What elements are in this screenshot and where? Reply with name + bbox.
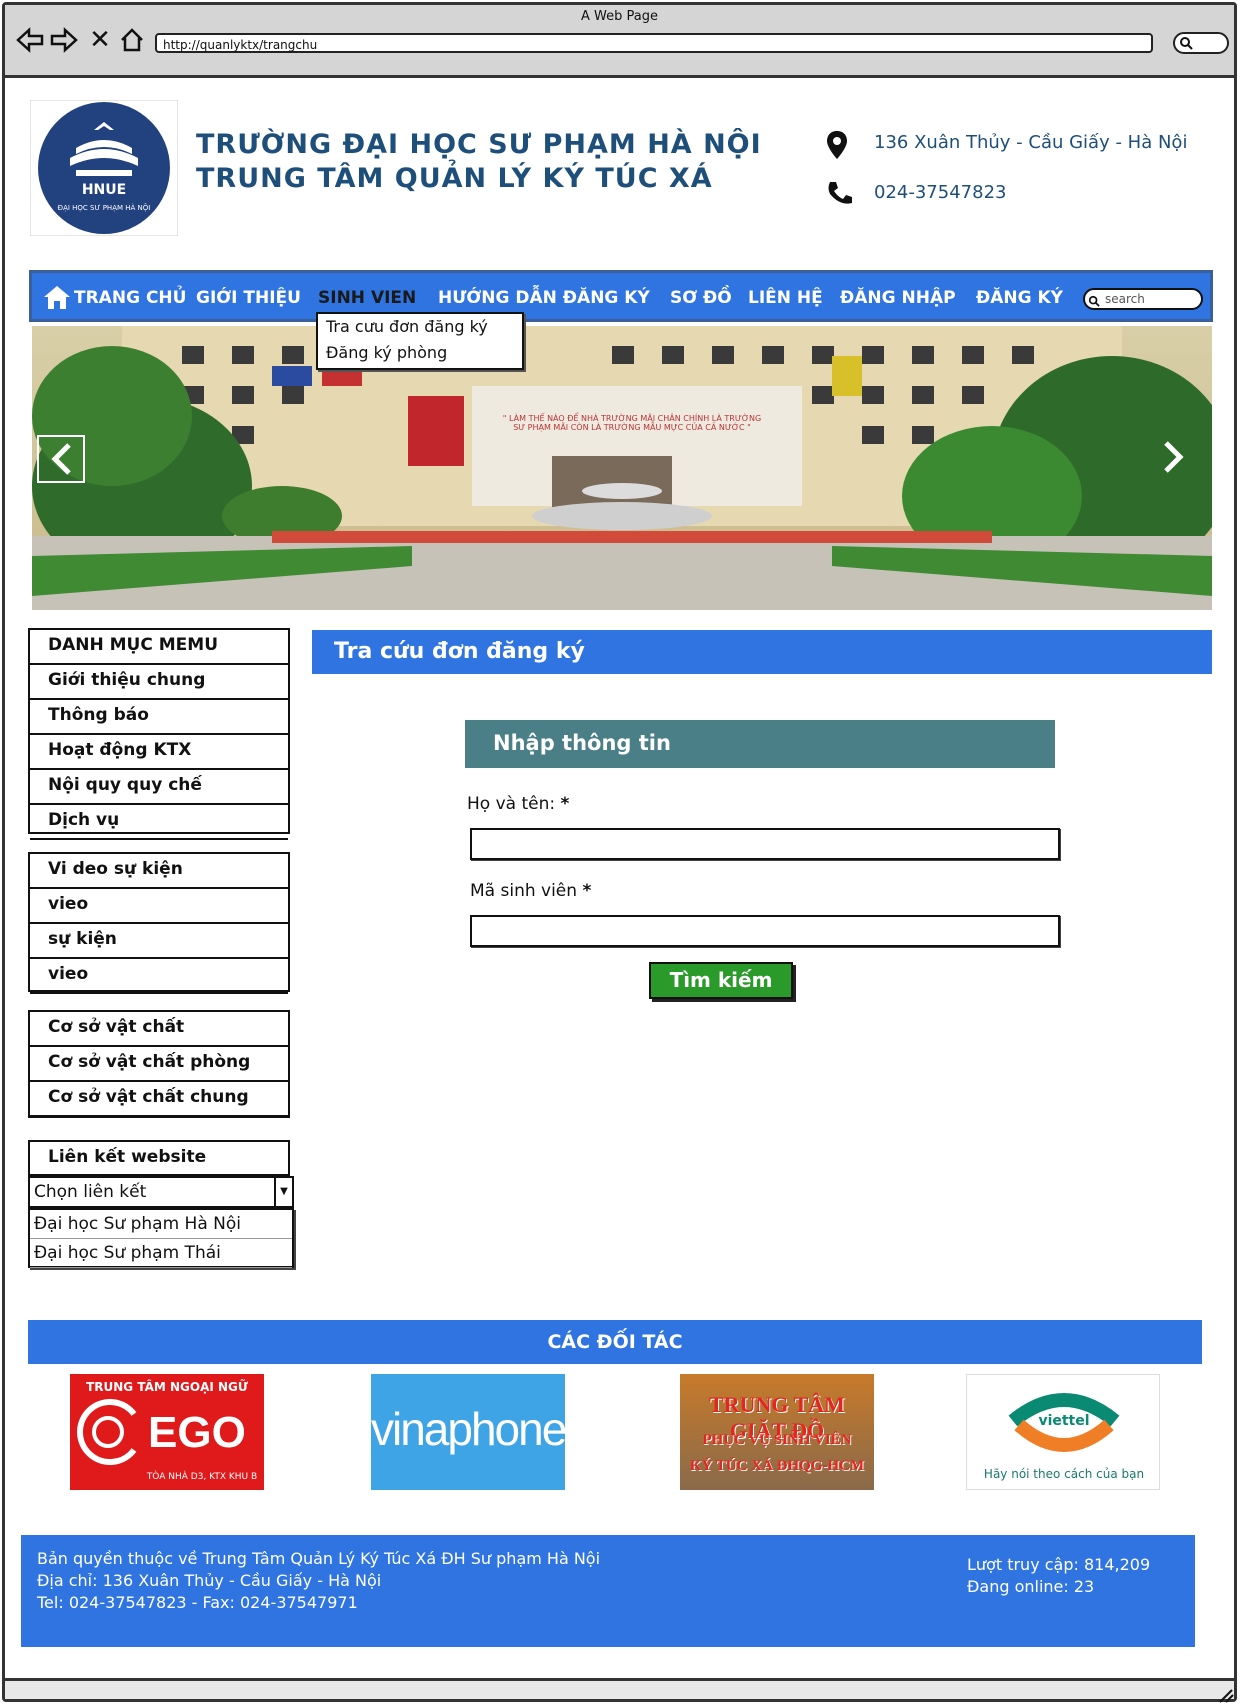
links-box: Liên kết website: [28, 1140, 290, 1176]
viettel-slogan: Hãy nói theo cách của bạn: [983, 1467, 1145, 1481]
partner-laundry-logo[interactable]: TRUNG TÂM GIẶT ĐỒ PHỤC VỤ SINH VIÊN KÝ T…: [680, 1374, 874, 1490]
search-icon: [1180, 37, 1193, 50]
carousel-prev-icon[interactable]: [37, 435, 85, 483]
dropdown-item-lookup[interactable]: Tra cưu đơn đăng ký: [318, 314, 522, 340]
link-select[interactable]: Chọn liên kết ▼: [28, 1176, 294, 1208]
phone-icon: [826, 180, 854, 210]
footer-copyright: Bản quyền thuộc về Trung Tâm Quản Lý Ký …: [37, 1549, 601, 1568]
site-title-line2: TRUNG TÂM QUẢN LÝ KÝ TÚC XÁ: [196, 163, 713, 194]
banner-sign-text: " LÀM THẾ NÀO ĐỂ NHÀ TRƯỜNG MÃI CHÂN CHÍ…: [502, 414, 762, 432]
site-title-line1: TRƯỜNG ĐẠI HỌC SƯ PHẠM HÀ NỘI: [196, 129, 762, 160]
nav-item-home[interactable]: TRANG CHỦ: [74, 288, 186, 308]
menu-item-rules[interactable]: Nội quy quy chế: [30, 770, 288, 805]
required-mark: *: [560, 794, 570, 814]
chevron-down-icon[interactable]: ▼: [274, 1178, 292, 1206]
menu-title: DANH MỤC MEMU: [30, 630, 288, 665]
video-menu: Vi deo sự kiện vieo sự kiện vieo: [28, 852, 290, 994]
partners-title: CÁC ĐỐI TÁC: [28, 1320, 1202, 1364]
home-icon[interactable]: [42, 284, 72, 314]
category-menu: DANH MỤC MEMU Giới thiệu chung Thông báo…: [28, 628, 290, 840]
menu-item-common-facilities[interactable]: Cơ sở vật chất chung: [30, 1082, 288, 1117]
close-icon[interactable]: ✕: [85, 25, 115, 55]
students-dropdown: Tra cưu đơn đăng ký Đăng ký phòng: [316, 312, 524, 370]
dropdown-item-register-room[interactable]: Đăng ký phòng: [318, 340, 522, 366]
required-mark: *: [582, 881, 592, 901]
logo-text: HNUE: [81, 182, 127, 198]
laundry-line2: PHỤC VỤ SINH VIÊN: [702, 1432, 852, 1448]
carousel-next-icon[interactable]: [1152, 435, 1196, 479]
nav-item-contact[interactable]: LIÊN HỆ: [748, 288, 823, 308]
phone-text: 024-37547823: [874, 182, 1007, 203]
menu-item-event-videos[interactable]: Vi deo sự kiện: [30, 854, 288, 889]
resize-handle-icon[interactable]: [1218, 1688, 1234, 1707]
partner-viettel-logo[interactable]: viettel Hãy nói theo cách của bạn: [966, 1374, 1160, 1490]
home-icon[interactable]: [117, 25, 147, 55]
visit-counter: Lượt truy cập: 814,209: [967, 1555, 1151, 1574]
name-label: Họ và tên: *: [467, 794, 569, 814]
links-title: Liên kết website: [48, 1147, 207, 1167]
partner-vinaphone-logo[interactable]: vinaphone: [371, 1374, 565, 1490]
menu-item-services[interactable]: Dịch vụ: [30, 805, 288, 840]
footer-address: Địa chỉ: 136 Xuân Thủy - Cầu Giấy - Hà N…: [37, 1571, 382, 1590]
menu-item-room-facilities[interactable]: Cơ sở vật chất phòng: [30, 1047, 288, 1082]
menu-item-notices[interactable]: Thông báo: [30, 700, 288, 735]
menu-item-video-2[interactable]: vieo: [30, 959, 288, 994]
menu-item-activities[interactable]: Hoạt động KTX: [30, 735, 288, 770]
browser-toolbar: A Web Page ✕ http://quanlyktx/trangchu: [5, 5, 1234, 78]
location-pin-icon: [826, 130, 848, 164]
window-title: A Web Page: [581, 9, 658, 24]
vinaphone-text: vinaphone: [371, 1403, 565, 1455]
site-title: TRƯỜNG ĐẠI HỌC SƯ PHẠM HÀ NỘI TRUNG TÂM …: [196, 128, 762, 196]
menu-item-video-1[interactable]: vieo: [30, 889, 288, 924]
facilities-menu: Cơ sở vật chất Cơ sở vật chất phòng Cơ s…: [28, 1010, 290, 1118]
status-bar: [5, 1678, 1234, 1699]
hnue-logo: HNUE ĐẠI HỌC SƯ PHẠM HÀ NỘI: [29, 99, 179, 237]
footer: Bản quyền thuộc về Trung Tâm Quản Lý Ký …: [21, 1535, 1195, 1647]
cego-top-text: TRUNG TÂM NGOẠI NGỮ: [86, 1380, 248, 1394]
nav-item-login[interactable]: ĐĂNG NHẬP: [840, 288, 956, 308]
link-option-hnue[interactable]: Đại học Sư phạm Hà Nội: [30, 1210, 292, 1239]
link-select-options: Đại học Sư phạm Hà Nội Đại học Sư phạm T…: [28, 1208, 294, 1268]
partner-cego-logo[interactable]: TRUNG TÂM NGOẠI NGỮ EGO TÒA NHÀ D3, KTX …: [70, 1374, 264, 1490]
nav-item-map[interactable]: SƠ ĐỒ: [670, 288, 732, 308]
student-id-label-text: Mã sinh viên: [470, 881, 578, 901]
name-label-text: Họ và tên:: [467, 794, 556, 814]
form-title: Nhập thông tin: [465, 720, 1055, 768]
nav-item-registration-guide[interactable]: HƯỚNG DẪN ĐĂNG KÝ: [438, 288, 650, 308]
back-arrow-icon[interactable]: [15, 25, 45, 55]
menu-item-events[interactable]: sự kiện: [30, 924, 288, 959]
link-select-value: Chọn liên kết: [34, 1182, 147, 1202]
student-id-label: Mã sinh viên *: [470, 881, 591, 901]
footer-contact: Tel: 024-37547823 - Fax: 024-37547971: [37, 1593, 358, 1612]
menu-item-general-intro[interactable]: Giới thiệu chung: [30, 665, 288, 700]
student-id-input[interactable]: [470, 915, 1060, 947]
url-bar[interactable]: http://quanlyktx/trangchu: [155, 33, 1153, 53]
search-button[interactable]: Tìm kiếm: [649, 962, 793, 999]
nav-item-about[interactable]: GIỚI THIỆU: [196, 288, 301, 308]
laundry-line3: KÝ TÚC XÁ ĐHQG-HCM: [689, 1458, 865, 1474]
forward-arrow-icon[interactable]: [49, 25, 79, 55]
link-option-thai[interactable]: Đại học Sư phạm Thái: [30, 1239, 292, 1268]
cego-c-mark: [77, 1399, 137, 1465]
menu-item-facilities[interactable]: Cơ sở vật chất: [30, 1012, 288, 1047]
online-counter: Đang online: 23: [967, 1577, 1095, 1596]
cego-bottom-text: TÒA NHÀ D3, KTX KHU B: [146, 1472, 258, 1482]
viettel-name: viettel: [1038, 1413, 1090, 1429]
page-title: Tra cứu đơn đăng ký: [312, 630, 1212, 674]
cego-name: EGO: [148, 1408, 246, 1457]
search-icon: [1088, 292, 1100, 311]
nav-search-input[interactable]: search: [1083, 288, 1203, 310]
nav-item-register[interactable]: ĐĂNG KÝ: [976, 288, 1063, 308]
campus-banner-image: " LÀM THẾ NÀO ĐỂ NHÀ TRƯỜNG MÃI CHÂN CHÍ…: [32, 326, 1212, 610]
logo-subtext: ĐẠI HỌC SƯ PHẠM HÀ NỘI: [57, 204, 151, 212]
address-text: 136 Xuân Thủy - Cầu Giấy - Hà Nội: [874, 132, 1188, 153]
nav-item-students[interactable]: SINH VIEN: [318, 288, 416, 308]
name-input[interactable]: [470, 828, 1060, 860]
main-nav: TRANG CHỦ GIỚI THIỆU SINH VIEN HƯỚNG DẪN…: [29, 270, 1213, 322]
browser-search-field[interactable]: [1173, 32, 1229, 54]
